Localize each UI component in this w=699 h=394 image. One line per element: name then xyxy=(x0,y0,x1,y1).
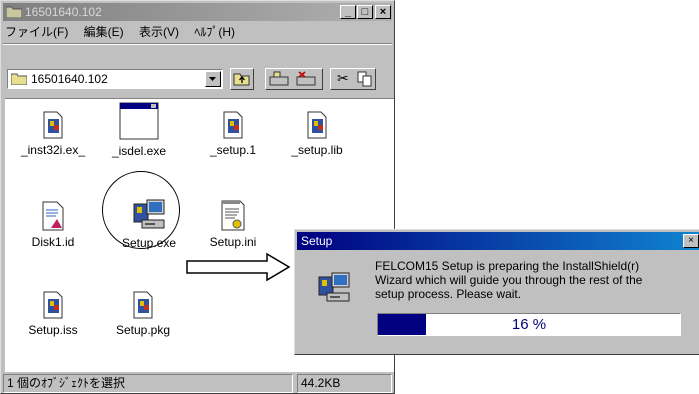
window-app-icon xyxy=(119,102,159,140)
maximize-button[interactable]: □ xyxy=(357,5,373,19)
folder-icon xyxy=(6,6,22,18)
file-item-setuplib[interactable]: _setup.lib xyxy=(277,111,357,157)
installshield-file-icon xyxy=(43,291,63,319)
installshield-file-icon xyxy=(307,111,327,139)
progress-bar: 16 % xyxy=(377,313,681,336)
menu-file[interactable]: ファイル(F) xyxy=(5,22,68,42)
setup-computer-icon xyxy=(318,272,350,302)
title-bar[interactable]: 16501640.102 _ □ × xyxy=(3,3,392,21)
file-name: _setup.1 xyxy=(209,143,257,157)
file-name: _inst32i.ex_ xyxy=(20,143,86,157)
menu-help[interactable]: ﾍﾙﾌﾟ(H) xyxy=(194,22,235,42)
dialog-title: Setup xyxy=(301,234,333,248)
toolbar-divider xyxy=(3,43,392,45)
menu-view[interactable]: 表示(V) xyxy=(139,22,179,42)
menu-edit[interactable]: 編集(E) xyxy=(84,22,124,42)
network-drive-icon xyxy=(269,71,316,86)
menu-bar: ファイル(F) 編集(E) 表示(V) ﾍﾙﾌﾟ(H) xyxy=(5,22,247,42)
scissors-icon: ✂ xyxy=(337,70,349,86)
copy-icon xyxy=(357,71,372,87)
status-selection: 1 個のｵﾌﾞｼﾞｪｸﾄを選択 xyxy=(3,374,293,393)
dialog-title-bar[interactable]: Setup × xyxy=(297,232,699,250)
up-folder-icon xyxy=(233,73,250,86)
close-button[interactable]: × xyxy=(375,5,391,19)
document-icon xyxy=(42,201,64,231)
setup-dialog: Setup × FELCOM15 Setup is preparing the … xyxy=(294,229,699,355)
file-item-setup1[interactable]: _setup.1 xyxy=(193,111,273,157)
installshield-file-icon xyxy=(43,111,63,139)
file-name: _setup.lib xyxy=(291,143,343,157)
file-item-inst32i[interactable]: _inst32i.ex_ xyxy=(13,111,93,157)
message-line: setup process. Please wait. xyxy=(375,287,522,301)
file-name: Setup.iss xyxy=(28,323,78,337)
folder-icon xyxy=(11,73,27,85)
settings-file-icon xyxy=(221,200,245,231)
network-drive-buttons[interactable] xyxy=(265,68,323,90)
message-line: FELCOM15 Setup is preparing the InstallS… xyxy=(375,259,640,273)
dialog-message: FELCOM15 Setup is preparing the InstallS… xyxy=(375,259,695,301)
progress-label: 16 % xyxy=(511,316,547,333)
minimize-button[interactable]: _ xyxy=(340,5,356,19)
file-name: Setup.pkg xyxy=(115,323,171,337)
installshield-file-icon xyxy=(223,111,243,139)
dialog-close-button[interactable]: × xyxy=(683,234,699,248)
installshield-file-icon xyxy=(133,291,153,319)
highlight-circle xyxy=(102,171,180,249)
cut-copy-buttons[interactable]: ✂ xyxy=(330,68,376,90)
file-item-setupini[interactable]: Setup.ini xyxy=(193,199,273,249)
address-dropdown-button[interactable] xyxy=(205,71,221,87)
file-name: Setup.ini xyxy=(209,235,257,249)
file-item-setuppkg[interactable]: Setup.pkg xyxy=(103,291,183,337)
arrow-right-icon xyxy=(186,252,291,282)
file-name: Disk1.id xyxy=(31,235,75,249)
address-combo[interactable]: 16501640.102 xyxy=(7,69,223,89)
chevron-down-icon xyxy=(209,77,216,81)
file-item-setupiss[interactable]: Setup.iss xyxy=(13,291,93,337)
up-folder-button[interactable] xyxy=(230,68,254,90)
address-value: 16501640.102 xyxy=(31,72,108,86)
message-line: Wizard which will guide you through the … xyxy=(375,273,643,287)
status-bar: 1 個のｵﾌﾞｼﾞｪｸﾄを選択 44.2KB xyxy=(3,374,392,393)
window-title: 16501640.102 xyxy=(25,5,102,19)
status-size: 44.2KB xyxy=(297,374,392,393)
file-name: _isdel.exe xyxy=(111,144,167,158)
file-item-disk1id[interactable]: Disk1.id xyxy=(13,201,93,249)
file-item-isdel[interactable]: _isdel.exe xyxy=(99,102,179,158)
